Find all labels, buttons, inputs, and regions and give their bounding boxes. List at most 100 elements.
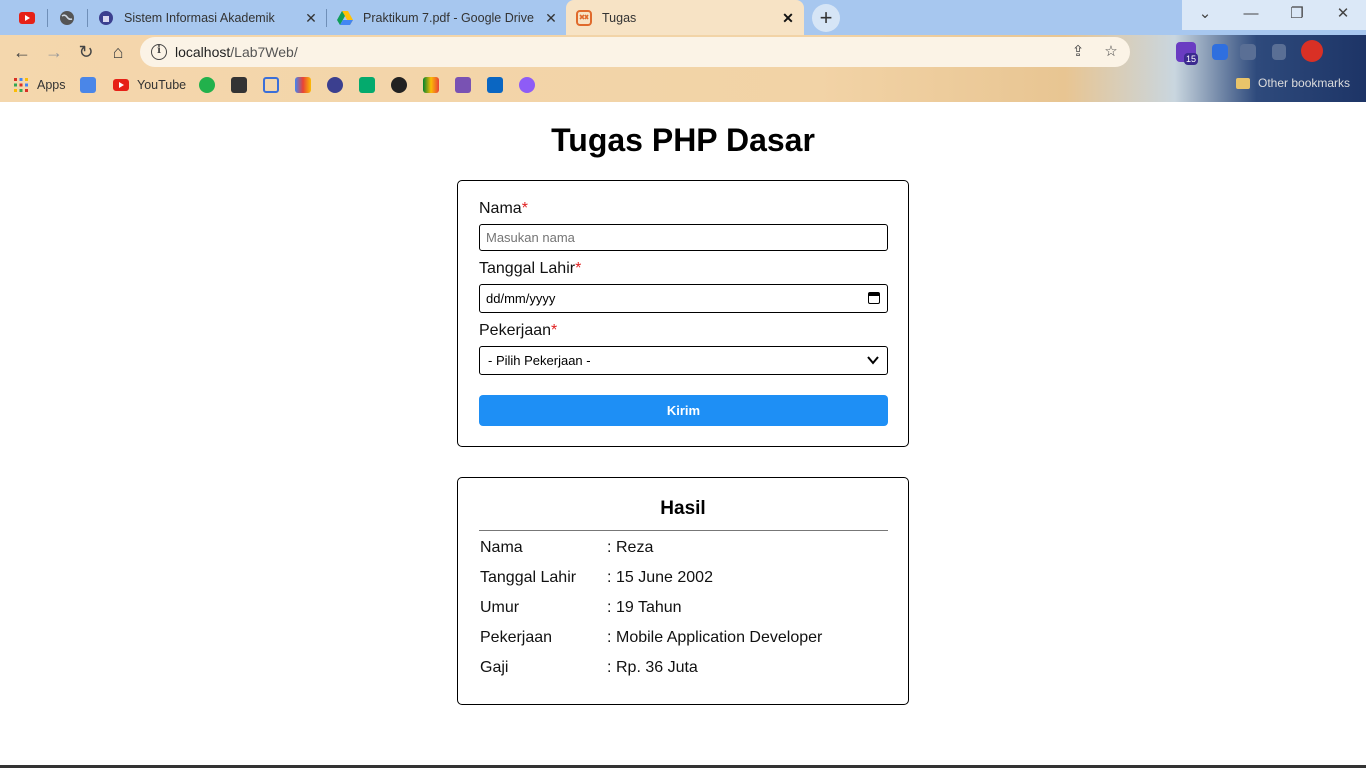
bookmark-university[interactable] bbox=[327, 76, 351, 93]
result-value: 15 June 2002 bbox=[616, 569, 713, 586]
minimize-icon[interactable]: — bbox=[1228, 0, 1274, 30]
university-icon bbox=[327, 76, 343, 93]
result-value: Mobile Application Developer bbox=[616, 629, 823, 646]
result-separator: : bbox=[607, 569, 612, 586]
profile-avatar[interactable] bbox=[1301, 40, 1323, 62]
nama-label: Nama* bbox=[479, 200, 528, 218]
youtube-icon bbox=[19, 11, 35, 24]
address-bar[interactable]: i localhost/Lab7Web/ ⇪ ☆ bbox=[140, 37, 1130, 67]
pekerjaan-selected: - Pilih Pekerjaan - bbox=[488, 353, 591, 368]
tab-tugas[interactable]: Tugas ✕ bbox=[566, 0, 804, 35]
back-icon[interactable]: ← bbox=[10, 40, 34, 64]
calendar-icon[interactable] bbox=[868, 292, 880, 304]
tanggal-lahir-input[interactable]: dd/mm/yyyy bbox=[479, 284, 888, 313]
bookmark-github[interactable] bbox=[391, 76, 415, 93]
nama-input[interactable]: Masukan nama bbox=[479, 224, 888, 251]
bookmark-google-meet[interactable] bbox=[423, 76, 447, 93]
extension-icon[interactable] bbox=[1212, 44, 1228, 60]
bookmark-flag[interactable] bbox=[263, 76, 287, 93]
close-tab-icon[interactable]: ✕ bbox=[780, 10, 796, 26]
tab-youtube[interactable] bbox=[8, 0, 46, 35]
tab-google-drive[interactable]: Praktikum 7.pdf - Google Drive ✕ bbox=[329, 0, 565, 35]
tab-search-icon[interactable]: ⌄ bbox=[1182, 0, 1228, 30]
bookmark-search-app[interactable] bbox=[519, 76, 543, 93]
tab-separator bbox=[326, 9, 327, 27]
tab-title: Praktikum 7.pdf - Google Drive bbox=[363, 10, 534, 25]
reload-icon[interactable]: ↻ bbox=[74, 40, 98, 64]
bookmark-gmail[interactable] bbox=[295, 76, 319, 93]
folder-icon bbox=[1236, 77, 1250, 89]
result-value: 19 Tahun bbox=[616, 599, 682, 616]
result-key: Pekerjaan bbox=[480, 629, 553, 646]
bookmark-g[interactable] bbox=[231, 76, 255, 93]
bookmark-label: YouTube bbox=[137, 77, 187, 92]
page-title: Tugas PHP Dasar bbox=[551, 122, 815, 158]
url-text[interactable]: localhost/Lab7Web/ bbox=[175, 44, 298, 60]
tanggal-label-text: Tanggal Lahir bbox=[479, 260, 576, 277]
bookmark-google-translate[interactable] bbox=[80, 76, 104, 93]
divider bbox=[479, 530, 888, 531]
bookmark-label: Other bookmarks bbox=[1258, 76, 1351, 90]
tab-separator bbox=[47, 9, 48, 27]
new-tab-button[interactable]: + bbox=[812, 4, 840, 32]
tab-globe[interactable] bbox=[50, 0, 86, 35]
g-square-icon bbox=[231, 76, 247, 93]
close-tab-icon[interactable]: ✕ bbox=[303, 10, 319, 26]
required-mark: * bbox=[575, 260, 582, 277]
chevron-down-icon bbox=[867, 356, 879, 365]
side-panel-icon[interactable] bbox=[1272, 44, 1286, 60]
youtube-icon bbox=[113, 78, 129, 91]
result-key: Tanggal Lahir bbox=[480, 569, 577, 586]
result-value: Rp. 36 Juta bbox=[616, 659, 698, 676]
share-icon[interactable]: ⇪ bbox=[1068, 42, 1088, 62]
google-drive-icon bbox=[337, 10, 353, 25]
extensions-puzzle-icon[interactable] bbox=[1240, 44, 1256, 60]
bookmark-81[interactable] bbox=[199, 76, 223, 93]
flag-icon bbox=[263, 76, 279, 93]
form-card: Nama* Masukan nama Tanggal Lahir* dd/mm/… bbox=[457, 180, 909, 447]
pekerjaan-label: Pekerjaan* bbox=[479, 322, 557, 340]
pekerjaan-select[interactable]: - Pilih Pekerjaan - bbox=[479, 346, 888, 375]
bookmark-apps[interactable]: Apps bbox=[13, 76, 66, 93]
tab-separator bbox=[87, 9, 88, 27]
forward-icon[interactable]: → bbox=[42, 40, 66, 64]
bookmark-star-icon[interactable]: ☆ bbox=[1101, 42, 1121, 62]
linkedin-icon bbox=[487, 76, 503, 93]
html5-icon bbox=[576, 9, 592, 26]
bookmark-w3schools[interactable] bbox=[359, 76, 383, 93]
result-separator: : bbox=[607, 629, 612, 646]
required-mark: * bbox=[551, 322, 558, 339]
counter-81-icon bbox=[199, 76, 215, 93]
result-key: Nama bbox=[480, 539, 523, 556]
result-separator: : bbox=[607, 599, 612, 616]
result-separator: : bbox=[607, 539, 612, 556]
result-title: Hasil bbox=[660, 498, 706, 519]
globe-icon bbox=[60, 10, 74, 25]
bookmark-youtube[interactable]: YouTube bbox=[113, 76, 186, 93]
site-info-icon[interactable]: i bbox=[151, 44, 167, 60]
google-meet-icon bbox=[423, 76, 439, 93]
nama-placeholder: Masukan nama bbox=[486, 230, 575, 245]
close-tab-icon[interactable]: ✕ bbox=[543, 10, 559, 26]
url-path: /Lab7Web/ bbox=[230, 44, 298, 60]
tab-title: Tugas bbox=[602, 10, 637, 25]
restore-icon[interactable]: ❐ bbox=[1274, 0, 1320, 30]
browser-toolbar: ← → ↻ ⌂ i localhost/Lab7Web/ ⇪ ☆ 15 bbox=[0, 35, 1366, 69]
kirim-button[interactable]: Kirim bbox=[479, 395, 888, 426]
w3schools-icon bbox=[359, 76, 375, 93]
close-window-icon[interactable]: ✕ bbox=[1320, 0, 1366, 30]
tab-strip: Sistem Informasi Akademik ✕ Praktikum 7.… bbox=[0, 0, 1366, 35]
extension-badge: 15 bbox=[1184, 53, 1198, 65]
nama-label-text: Nama bbox=[479, 200, 522, 217]
search-app-icon bbox=[519, 76, 535, 93]
home-icon[interactable]: ⌂ bbox=[106, 40, 130, 64]
bookmark-linkedin[interactable] bbox=[487, 76, 511, 93]
bookmark-bootstrap[interactable] bbox=[455, 76, 479, 93]
github-icon bbox=[391, 76, 407, 93]
bookmark-other[interactable]: Other bookmarks bbox=[1236, 76, 1350, 90]
university-icon bbox=[99, 10, 113, 25]
bootstrap-icon bbox=[455, 76, 471, 93]
result-card: Hasil Nama : Reza Tanggal Lahir : 15 Jun… bbox=[457, 477, 909, 705]
bookmarks-bar: Apps YouTube Other bookmarks bbox=[0, 69, 1366, 99]
tab-sistem-informasi[interactable]: Sistem Informasi Akademik ✕ bbox=[90, 0, 325, 35]
